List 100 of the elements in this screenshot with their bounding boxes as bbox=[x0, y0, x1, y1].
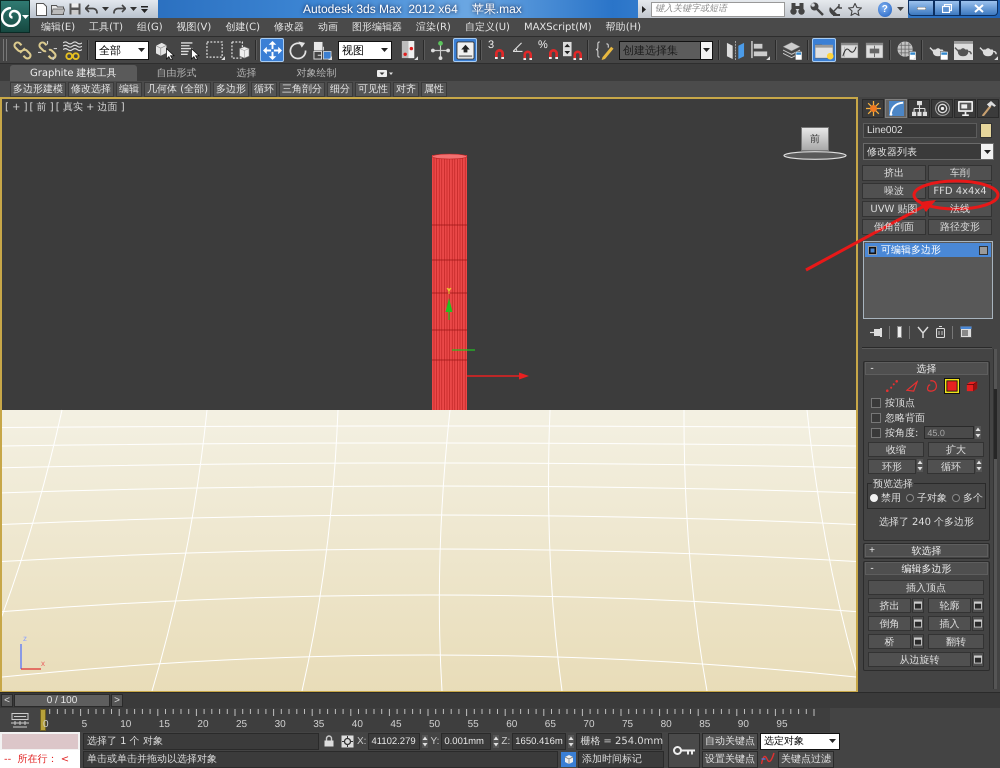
show-end-result-button[interactable] bbox=[897, 326, 902, 338]
named-selection-field[interactable]: 创建选择集 bbox=[619, 40, 700, 60]
frame-window-button[interactable] bbox=[951, 38, 975, 62]
radio-button[interactable] bbox=[952, 494, 960, 502]
viewcube-ring[interactable] bbox=[783, 151, 847, 160]
motion-tab[interactable] bbox=[931, 99, 953, 118]
checkbox[interactable] bbox=[871, 428, 881, 438]
settings-button[interactable] bbox=[972, 652, 984, 667]
modifier-button[interactable]: 噪波 bbox=[862, 183, 926, 199]
modifier-button[interactable]: FFD 4x4x4 bbox=[928, 183, 992, 199]
ribbon-tab[interactable]: 对象绘制 bbox=[276, 65, 357, 81]
modifier-button[interactable]: 挤出 bbox=[862, 165, 926, 181]
shortcut-override-button[interactable] bbox=[453, 38, 477, 62]
modifier-list-dropdown[interactable]: 修改器列表 bbox=[863, 143, 994, 160]
menu-item[interactable]: 动画 bbox=[311, 18, 346, 36]
key-filters-button[interactable]: 关键点过滤 bbox=[778, 750, 834, 768]
application-button[interactable] bbox=[0, 0, 30, 33]
viewport-label-menu[interactable]: [ + ] bbox=[5, 100, 28, 114]
ribbon-panel-button[interactable]: 三角剖分 bbox=[278, 82, 325, 96]
close-button[interactable] bbox=[960, 0, 998, 16]
transform-gizmo[interactable] bbox=[446, 288, 529, 380]
viewport[interactable]: [ + ] [ 前 ] [ 真实 + 边面 ] 前 z x bbox=[0, 97, 858, 692]
configure-sets-button[interactable] bbox=[960, 326, 972, 338]
transform-mode-button[interactable] bbox=[339, 733, 355, 749]
command-button[interactable]: 插入顶点 bbox=[868, 580, 984, 595]
command-button[interactable]: 翻转 bbox=[928, 634, 984, 649]
restore-button[interactable] bbox=[934, 0, 960, 16]
menu-item[interactable]: 创建(C) bbox=[218, 18, 268, 36]
time-slider-thumb[interactable]: 0 / 100 bbox=[14, 694, 110, 707]
viewcube[interactable]: 前 bbox=[801, 127, 829, 151]
search-button[interactable] bbox=[790, 3, 805, 15]
pin-stack-button[interactable] bbox=[870, 328, 882, 336]
command-button[interactable]: 扩大 bbox=[928, 442, 984, 457]
stack-item[interactable]: 可编辑多边形 bbox=[865, 243, 991, 257]
ribbon-panel-button[interactable]: 修改选择 bbox=[68, 82, 114, 96]
auto-key-button[interactable]: 自动关键点 bbox=[702, 732, 758, 750]
create-tab[interactable] bbox=[862, 99, 884, 118]
command-button[interactable]: 从边旋转 bbox=[868, 652, 971, 667]
ribbon-tab[interactable]: 选择 bbox=[216, 65, 277, 81]
customize-menu-button[interactable] bbox=[141, 6, 148, 12]
settings-button[interactable] bbox=[972, 598, 984, 613]
menu-item[interactable]: 视图(V) bbox=[170, 18, 218, 36]
settings-button[interactable] bbox=[912, 634, 924, 649]
toolbar-dropdown[interactable]: 视图 bbox=[338, 40, 392, 60]
save-button[interactable] bbox=[69, 3, 81, 15]
ribbon-panel-button[interactable]: 细分 bbox=[326, 82, 353, 96]
manipulate-button[interactable] bbox=[428, 38, 452, 62]
menu-item[interactable]: MAXScript(M) bbox=[516, 18, 599, 36]
ribbon-panel-button[interactable]: 多边形 bbox=[212, 82, 249, 96]
time-slider-track[interactable]: < 0 / 100 > bbox=[0, 692, 1000, 708]
ribbon-panel-button[interactable]: 对齐 bbox=[392, 82, 419, 96]
favorites-button[interactable] bbox=[848, 2, 862, 16]
coordinate-field[interactable]: 0.001mm bbox=[441, 732, 492, 750]
remove-modifier-button[interactable] bbox=[936, 326, 945, 338]
command-button[interactable]: 插入 bbox=[928, 616, 971, 631]
modify-tab[interactable] bbox=[885, 99, 907, 118]
display-tab[interactable] bbox=[954, 99, 976, 118]
communication-button[interactable] bbox=[828, 2, 843, 16]
command-button[interactable]: 挤出 bbox=[868, 598, 911, 613]
menu-item[interactable]: 修改器 bbox=[267, 18, 312, 36]
menu-item[interactable]: 渲染(R) bbox=[409, 18, 458, 36]
toolbar-dropdown[interactable]: 全部 bbox=[95, 40, 149, 60]
curve-editor-toggle[interactable] bbox=[11, 712, 29, 728]
key-mode-dropdown[interactable]: 选定对象 bbox=[760, 732, 840, 750]
menu-item[interactable]: 组(G) bbox=[130, 18, 170, 36]
polygon-mode-button[interactable] bbox=[944, 378, 960, 394]
modifier-button[interactable]: 车削 bbox=[928, 165, 992, 181]
undo-button[interactable] bbox=[85, 4, 98, 14]
cylinder-mesh[interactable] bbox=[432, 154, 468, 410]
minimize-button[interactable] bbox=[908, 0, 934, 16]
command-button[interactable]: 轮廓 bbox=[928, 598, 971, 613]
ribbon-panel-button[interactable]: 循环 bbox=[250, 82, 277, 96]
coordinate-field[interactable]: 41102.279 bbox=[368, 732, 420, 750]
ribbon-panel-button[interactable]: 编辑 bbox=[116, 82, 142, 96]
percent-snap-button[interactable]: % bbox=[535, 38, 559, 62]
unlink-button[interactable] bbox=[35, 38, 59, 62]
hierarchy-tab[interactable] bbox=[908, 99, 930, 118]
object-color-swatch[interactable] bbox=[980, 123, 992, 138]
tools-button[interactable] bbox=[810, 2, 824, 16]
previous-frame-button[interactable]: < bbox=[1, 694, 13, 707]
ribbon-tab[interactable]: 自由形式 bbox=[136, 65, 217, 81]
menu-item[interactable]: 编辑(E) bbox=[34, 18, 82, 36]
menu-item[interactable]: 工具(T) bbox=[82, 18, 130, 36]
time-tag-button[interactable] bbox=[560, 751, 576, 767]
modifier-button[interactable]: 路径变形 bbox=[928, 219, 992, 235]
viewport-label-menu[interactable]: [ 前 ] bbox=[30, 100, 54, 114]
menu-item[interactable]: 自定义(U) bbox=[458, 18, 517, 36]
checkbox[interactable] bbox=[871, 398, 881, 408]
listener-input-field[interactable] bbox=[0, 732, 80, 750]
ribbon-panel-button[interactable]: 多边形建模 bbox=[10, 82, 66, 96]
undo-menu-button[interactable] bbox=[102, 7, 109, 11]
checkbox[interactable] bbox=[871, 412, 881, 422]
redo-menu-button[interactable] bbox=[130, 7, 137, 11]
radio-button[interactable] bbox=[906, 494, 914, 502]
set-key-button[interactable]: 设置关键点 bbox=[702, 750, 758, 768]
object-name-field[interactable]: Line002 bbox=[863, 123, 977, 138]
new-button[interactable] bbox=[36, 2, 47, 16]
track-bar[interactable]: 0 5 10 15 20 25 30 35 40 45 50 55 60 65 70 75 80 85 90 95 bbox=[40, 708, 830, 732]
command-button[interactable]: 环形 bbox=[868, 459, 916, 474]
ribbon-panel-button[interactable]: 属性 bbox=[420, 82, 447, 96]
